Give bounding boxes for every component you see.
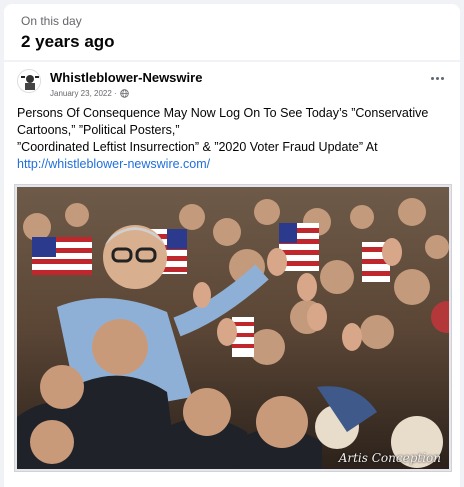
post-text-line: Persons Of Consequence May Now Log On To… <box>17 106 429 120</box>
memory-label: On this day <box>21 14 82 28</box>
image-watermark: Artis Conception <box>338 451 441 465</box>
post-text-line: ”Coordinated Leftist Insurrection” & ”20… <box>17 140 378 154</box>
memory-header: On this day 2 years ago <box>4 4 460 60</box>
post-link[interactable]: http://whistleblower-newswire.com/ <box>17 156 447 173</box>
post-image-frame[interactable]: Artis Conception <box>14 184 452 472</box>
crowd-scene <box>17 187 449 469</box>
post-date[interactable]: January 23, 2022 · <box>50 89 117 98</box>
post-text: Persons Of Consequence May Now Log On To… <box>17 105 447 173</box>
whistleblower-logo-icon <box>18 70 40 92</box>
author-name[interactable]: Whistleblower-Newswire <box>50 70 202 85</box>
post-card: Whistleblower-Newswire January 23, 2022 … <box>4 62 460 487</box>
post-meta: January 23, 2022 · <box>50 89 129 98</box>
author-avatar[interactable] <box>17 69 41 93</box>
more-options-button[interactable] <box>428 72 446 84</box>
memory-title: 2 years ago <box>21 32 115 51</box>
globe-icon <box>119 89 129 98</box>
crowd-photo: Artis Conception <box>17 187 449 469</box>
post-text-line: Cartoons,” ”Political Posters,” <box>17 123 180 137</box>
more-horizontal-icon <box>430 76 434 80</box>
